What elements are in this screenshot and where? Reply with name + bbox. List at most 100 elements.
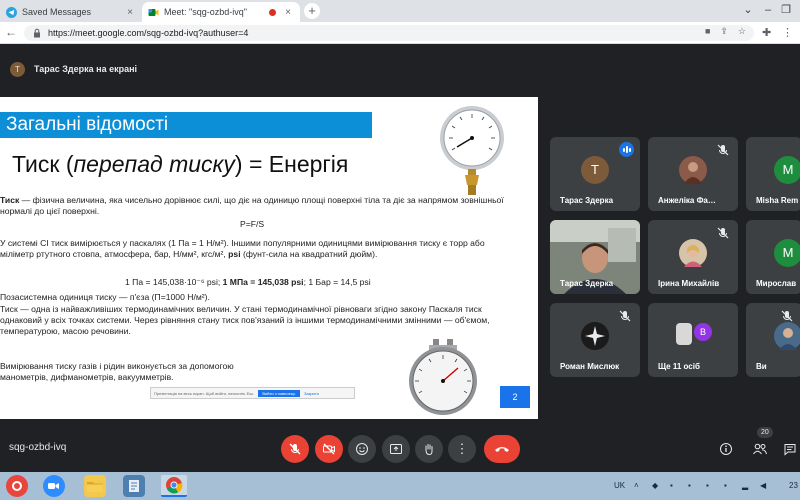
more-participants-tile[interactable]: B Ще 11 осіб (648, 303, 738, 377)
participant-name: Misha Rem (756, 196, 799, 205)
minimize-icon[interactable]: – (760, 2, 776, 18)
term-bold: Тиск (0, 195, 20, 205)
paragraph-text: (фунт-сила на квадратний дюйм). (240, 249, 378, 259)
mic-off-icon (780, 309, 794, 323)
mic-off-icon (289, 443, 301, 455)
mic-off-icon (618, 309, 632, 323)
avatar: Т (581, 156, 609, 184)
share-icon[interactable]: ⇪ (720, 26, 728, 37)
heading-text: Тиск ( (12, 151, 74, 177)
camera-toggle-button[interactable] (315, 435, 343, 463)
self-tile[interactable]: Ви (746, 303, 800, 377)
participant-name: Роман Мислюк (560, 362, 620, 371)
tray-icon[interactable]: ▪ (688, 481, 691, 490)
slide-heading: Тиск (перепад тиску) = Енергія (12, 151, 348, 178)
close-tab-icon[interactable]: × (282, 7, 294, 18)
avatar (676, 323, 692, 345)
clock[interactable]: 23 (789, 481, 798, 490)
page-number: 2 (500, 386, 530, 408)
close-notice-link[interactable]: Закрити (304, 391, 319, 396)
back-icon[interactable]: ← (4, 25, 18, 39)
tab-saved-messages[interactable]: Saved Messages × (0, 2, 142, 22)
participant-tile[interactable]: M Misha Rem (746, 137, 800, 211)
restore-icon[interactable]: ❐ (778, 2, 794, 18)
folder-icon[interactable] (84, 475, 106, 497)
tab-strip: Saved Messages × Meet: "sqg-ozbd-ivq" × … (0, 0, 800, 22)
conversion-text: 1 Па = 145,038·10⁻⁶ psi; (125, 277, 223, 287)
camera-in-use-icon[interactable]: ■ (705, 26, 710, 37)
slide-paragraph: У системі СІ тиск вимірюється у паскалях… (0, 238, 512, 260)
participant-name: Тарас Здерка (560, 196, 614, 205)
avatar (679, 156, 707, 184)
slide-title: Загальні відомості (6, 114, 169, 135)
close-tab-icon[interactable]: × (124, 7, 136, 18)
hand-icon (425, 444, 433, 456)
avatar: B (694, 323, 712, 341)
zoom-icon[interactable] (43, 475, 65, 497)
participant-name: Ще 11 осіб (658, 362, 700, 371)
bookmark-star-icon[interactable]: ☆ (738, 26, 746, 37)
participant-tile[interactable]: Анжеліка Фа… (648, 137, 738, 211)
hang-up-icon (495, 447, 509, 452)
keyboard-language[interactable]: UK (614, 481, 625, 490)
slide-paragraph: Вимірювання тиску газів і рідин виконуєт… (0, 361, 234, 382)
heading-text: ) = Енергія (234, 151, 349, 177)
speaking-indicator-icon (619, 142, 634, 157)
tray-expand-icon[interactable]: ˄ (634, 481, 639, 490)
leave-call-button[interactable] (484, 435, 520, 463)
exit-fullscreen-button[interactable]: Вийти з повноекр. (258, 389, 300, 397)
telegram-icon (6, 6, 17, 18)
conversion-bold: 1 МПа = 145,038 psi (222, 277, 304, 287)
chat-icon[interactable] (782, 441, 798, 457)
tab-meet[interactable]: Meet: "sqg-ozbd-ivq" × (142, 2, 300, 22)
profile-menu-icon[interactable]: ⌄ (740, 2, 756, 18)
meet-icon (148, 7, 159, 18)
participant-name: Анжеліка Фа… (658, 196, 716, 205)
presenter-banner: Т Тарас Здерка на екрані (0, 58, 137, 80)
shared-screen-slide: Загальні відомості Тиск (перепад тиску) … (0, 97, 538, 419)
mic-off-icon (716, 143, 730, 157)
mic-off-icon (716, 226, 730, 240)
avatar: M (774, 239, 800, 267)
tray-icon[interactable]: ▪ (670, 481, 673, 490)
participants-count-badge: 20 (757, 427, 773, 438)
more-vert-icon: ⋮ (455, 441, 469, 456)
extensions-icon[interactable]: ✚ (762, 26, 771, 39)
meeting-details-icon[interactable] (718, 441, 734, 457)
tray-icon[interactable]: ◆ (652, 481, 658, 490)
recording-dot-icon (269, 8, 276, 16)
network-icon[interactable]: ▂ (742, 481, 748, 490)
meeting-code: sqg-ozbd-ivq (9, 442, 67, 453)
new-tab-button[interactable]: + (304, 3, 320, 19)
chrome-icon[interactable] (161, 475, 187, 497)
avatar (581, 322, 609, 350)
slide-paragraph: Позасистемна одиниця тиску — п'єза (П=10… (0, 292, 210, 302)
reactions-button[interactable] (348, 435, 376, 463)
browser-menu-icon[interactable]: ⋮ (782, 26, 793, 39)
tray-icon[interactable]: ▪ (724, 481, 727, 490)
volume-icon[interactable]: ◀ (760, 481, 766, 490)
slide-paragraph: Тиск — фізична величина, яка чисельно до… (0, 195, 505, 217)
participant-tile[interactable]: Т Тарас Здерка (550, 137, 640, 211)
mic-toggle-button[interactable] (281, 435, 309, 463)
emoji-icon (356, 443, 368, 455)
present-button[interactable] (382, 435, 410, 463)
raise-hand-button[interactable] (415, 435, 443, 463)
participant-tile-video[interactable]: Тарас Здерка (550, 220, 640, 294)
lock-icon (32, 28, 42, 38)
address-bar[interactable]: https://meet.google.com/sqg-ozbd-ivq?aut… (24, 25, 754, 41)
participant-name: Мирослав (756, 279, 797, 288)
present-screen-icon (390, 444, 402, 454)
formula: P=F/S (240, 219, 265, 229)
participant-tile[interactable]: M Мирослав (746, 220, 800, 294)
tray-icon[interactable]: ▪ (706, 481, 709, 490)
participant-tile[interactable]: Ірина Михайлів (648, 220, 738, 294)
avatar: Т (10, 61, 25, 77)
document-app-icon[interactable] (123, 475, 145, 497)
conversion-line: 1 Па = 145,038·10⁻⁶ psi; 1 МПа = 145,038… (125, 277, 371, 288)
app-icon[interactable] (6, 475, 28, 497)
participant-tile[interactable]: Роман Мислюк (550, 303, 640, 377)
more-options-button[interactable]: ⋮ (448, 435, 476, 463)
people-icon[interactable] (752, 441, 768, 457)
tab-label: Saved Messages (22, 7, 92, 17)
